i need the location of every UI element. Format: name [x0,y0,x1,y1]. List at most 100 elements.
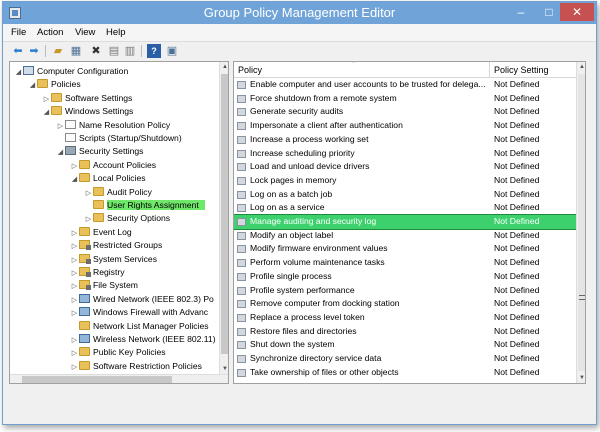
policy-row[interactable]: Synchronize directory service data Not De… [234,352,576,366]
collapsed-arrow-icon[interactable]: ▷ [70,227,79,240]
policy-row[interactable]: Increase a process working set Not Define… [234,133,576,147]
expanded-arrow-icon[interactable]: ◢ [56,146,65,159]
tree-item[interactable]: ▷ Wired Network (IEEE 802.3) Po [70,293,214,306]
collapsed-arrow-icon[interactable]: ▷ [56,120,65,133]
collapsed-arrow-icon[interactable]: ▷ [84,213,93,226]
tree-item[interactable]: ▷ Account Policies [70,159,156,172]
expanded-arrow-icon[interactable]: ◢ [42,106,51,119]
tree-item[interactable]: ◢ Security Settings [56,145,143,158]
scroll-up-icon[interactable]: ▲ [220,62,228,72]
policy-row[interactable]: Remove computer from docking station Not … [234,297,576,311]
policy-row[interactable]: Log on as a batch job Not Defined [234,188,576,202]
policy-row[interactable]: Profile system performance Not Defined [234,284,576,298]
tree-item[interactable]: ◢ Computer Configuration [14,65,128,78]
column-header-policy[interactable]: Policy [234,62,489,78]
policy-icon [237,135,246,144]
collapsed-arrow-icon[interactable]: ▷ [70,240,79,253]
column-header-setting[interactable]: Policy Setting [490,62,578,78]
policy-row[interactable]: Modify an object label Not Defined [234,229,576,243]
folder-icon [79,347,90,357]
scroll-up-icon[interactable]: ▲ [577,62,585,72]
help-icon[interactable]: ? [147,44,161,58]
collapsed-arrow-icon[interactable]: ▷ [70,254,79,267]
tree-item[interactable]: Network List Manager Policies [70,320,209,333]
tree-item[interactable]: ▷ Audit Policy [84,186,152,199]
policy-row[interactable]: Lock pages in memory Not Defined [234,174,576,188]
collapsed-arrow-icon[interactable]: ▷ [70,307,79,320]
collapsed-arrow-icon[interactable]: ▷ [70,361,79,374]
close-button[interactable]: ✕ [560,3,594,21]
policy-row[interactable]: Modify firmware environment values Not De… [234,242,576,256]
policy-row[interactable]: Impersonate a client after authenticatio… [234,119,576,133]
menu-file[interactable]: File [11,27,26,38]
tree-item[interactable]: ◢ Local Policies [70,172,146,185]
policy-row[interactable]: Log on as a service Not Defined [234,201,576,215]
collapsed-arrow-icon[interactable]: ▷ [42,93,51,106]
export-icon[interactable]: ▥ [123,44,137,58]
collapsed-arrow-icon[interactable]: ▷ [70,334,79,347]
expanded-arrow-icon[interactable]: ◢ [28,79,37,92]
collapsed-arrow-icon[interactable]: ▷ [70,267,79,280]
tree-item[interactable]: ▷ Name Resolution Policy [56,119,170,132]
title-bar[interactable]: Group Policy Management Editor – □ ✕ [3,2,596,24]
tree-item[interactable]: ▷ Registry [70,266,125,279]
scroll-down-icon[interactable]: ▼ [220,364,228,374]
policy-row[interactable]: Restore files and directories Not Defined [234,325,576,339]
policy-row[interactable]: Replace a process level token Not Defined [234,311,576,325]
back-arrow-icon[interactable]: ⬅ [11,44,25,58]
collapsed-arrow-icon[interactable]: ▷ [70,280,79,293]
policy-row[interactable]: Force shutdown from a remote system Not D… [234,92,576,106]
menu-action[interactable]: Action [37,27,63,38]
tree-vertical-scrollbar[interactable]: ▲ ▼ [219,62,228,374]
tree-item[interactable]: ▷ Wireless Network (IEEE 802.11) [70,333,216,346]
tree-item[interactable]: ▷ Restricted Groups [70,239,162,252]
tree-horizontal-scrollbar[interactable] [10,374,228,383]
menu-help[interactable]: Help [106,27,126,38]
expanded-arrow-icon[interactable]: ◢ [14,66,23,79]
menu-view[interactable]: View [75,27,95,38]
tree-item[interactable]: ▷ Windows Firewall with Advanc [70,306,208,319]
policy-setting: Not Defined [494,147,540,158]
maximize-button[interactable]: □ [536,3,562,21]
delete-icon[interactable]: ✖ [89,44,103,58]
policy-name: Modify an object label [250,229,334,240]
policy-row[interactable]: Load and unload device drivers Not Define… [234,160,576,174]
up-folder-icon[interactable]: ▰ [51,44,65,58]
tree-item[interactable]: ▷ Security Options [84,212,170,225]
policy-row[interactable]: Increase scheduling priority Not Defined [234,147,576,161]
tree-item[interactable]: ▷ Event Log [70,226,132,239]
show-tree-icon[interactable]: ▦ [69,44,83,58]
tree-item[interactable]: ◢ Policies [28,78,81,91]
list-vertical-scrollbar[interactable]: ▲ ▼ [576,62,585,383]
policy-name: Synchronize directory service data [250,353,382,363]
forward-arrow-icon[interactable]: ➡ [27,44,41,58]
minimize-button[interactable]: – [508,3,534,21]
tree-item[interactable]: ▷ Software Settings [42,92,132,105]
policy-row[interactable]: Enable computer and user accounts to be … [234,78,576,92]
console-icon[interactable]: ▣ [165,44,179,58]
collapsed-arrow-icon[interactable]: ▷ [84,187,93,200]
tree-item[interactable]: Scripts (Startup/Shutdown) [56,132,182,145]
tree-item[interactable]: ▷ File System [70,279,138,292]
scroll-thumb[interactable] [578,74,585,371]
policy-row[interactable]: Generate security audits Not Defined [234,105,576,119]
tree-item[interactable]: ▷ System Services [70,253,157,266]
properties-icon[interactable]: ▤ [107,44,121,58]
tree-item[interactable]: ◢ Windows Settings [42,105,133,118]
policy-row[interactable]: Profile single process Not Defined [234,270,576,284]
policy-row[interactable]: Shut down the system Not Defined [234,338,576,352]
scroll-thumb[interactable] [22,376,172,383]
tree-item[interactable]: ▷ Software Restriction Policies [70,360,202,373]
policy-setting: Not Defined [494,339,540,350]
scroll-down-icon[interactable]: ▼ [577,373,585,383]
collapsed-arrow-icon[interactable]: ▷ [70,294,79,307]
policy-row[interactable]: Take ownership of files or other objects… [234,366,576,380]
policy-row[interactable]: Perform volume maintenance tasks Not Defi… [234,256,576,270]
tree-item[interactable]: User Rights Assignment [84,199,205,212]
tree-item[interactable]: ▷ Public Key Policies [70,346,166,359]
expanded-arrow-icon[interactable]: ◢ [70,173,79,186]
scroll-thumb[interactable] [221,74,228,354]
policy-row[interactable]: Manage auditing and security log Not Defi… [234,214,577,230]
collapsed-arrow-icon[interactable]: ▷ [70,160,79,173]
collapsed-arrow-icon[interactable]: ▷ [70,347,79,360]
